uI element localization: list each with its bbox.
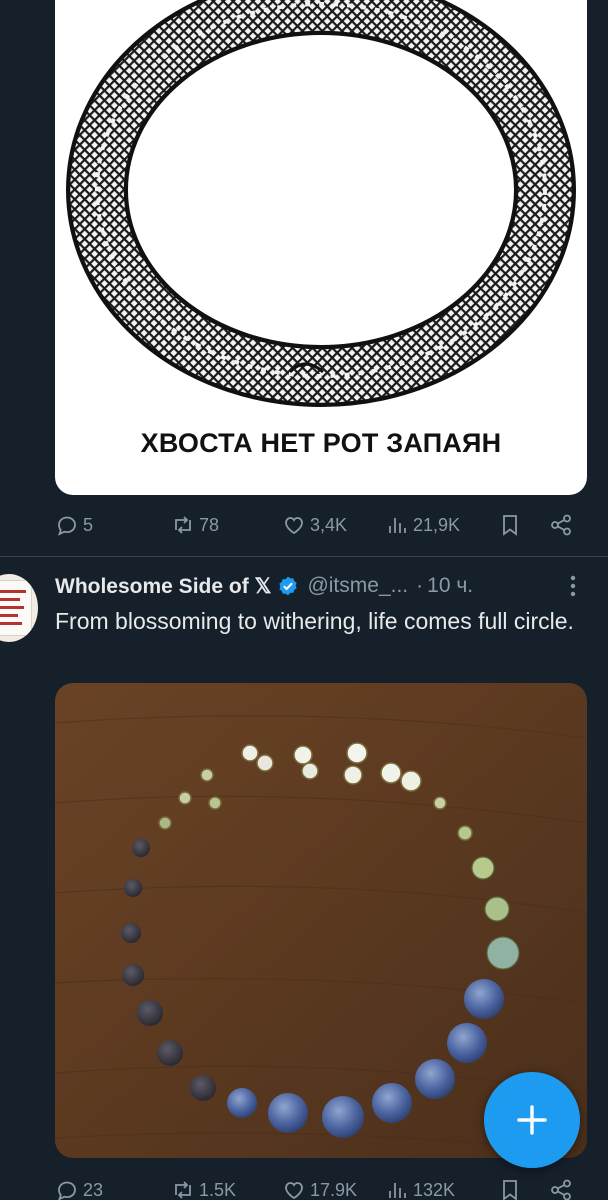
like-button[interactable]: 3,4K <box>282 508 347 542</box>
share-icon <box>551 1179 571 1200</box>
like-count: 17.9K <box>310 1179 358 1200</box>
share-icon <box>551 514 571 536</box>
share-button[interactable] <box>549 1173 573 1200</box>
share-button[interactable] <box>549 508 573 542</box>
views-icon <box>389 1183 406 1198</box>
meme-caption: ХВОСТА НЕТ РОТ ЗАПАЯН <box>140 428 502 458</box>
verified-badge-icon <box>279 576 298 596</box>
reply-button[interactable]: 5 <box>55 508 93 542</box>
timestamp[interactable]: 10 ч. <box>427 574 473 598</box>
reply-icon <box>58 1181 76 1200</box>
author-name[interactable]: Wholesome Side of 𝕏 <box>55 574 271 599</box>
reply-count: 23 <box>83 1179 104 1200</box>
views-count: 132K <box>413 1179 456 1200</box>
reply-count: 5 <box>83 514 94 535</box>
bookmark-icon <box>503 515 517 536</box>
tweet-text: From blossoming to withering, life comes… <box>55 608 574 634</box>
retweet-count: 1.5K <box>199 1179 237 1200</box>
retweet-button[interactable]: 1.5K <box>171 1173 236 1200</box>
views-count: 21,9K <box>413 514 461 535</box>
bookmark-icon <box>503 1180 517 1200</box>
compose-button[interactable] <box>484 1072 580 1168</box>
views-button[interactable]: 21,9K <box>385 508 460 542</box>
separator-dot: · <box>416 574 424 597</box>
tweet-header: Wholesome Side of 𝕏 @itsme_... · 10 ч. <box>55 570 473 602</box>
compose-plus-icon <box>517 1105 547 1135</box>
retweet-button[interactable]: 78 <box>171 508 219 542</box>
like-count: 3,4K <box>310 514 348 535</box>
like-button[interactable]: 17.9K <box>282 1173 357 1200</box>
views-icon <box>389 518 406 533</box>
more-icon[interactable] <box>563 574 583 598</box>
avatar[interactable] <box>0 574 38 642</box>
like-icon <box>285 517 303 535</box>
author-handle[interactable]: @itsme_... <box>307 574 408 598</box>
like-icon <box>285 1182 303 1200</box>
tweet-divider <box>0 556 608 557</box>
retweet-icon <box>175 1181 191 1199</box>
reply-button[interactable]: 23 <box>55 1173 103 1200</box>
retweet-icon <box>175 516 191 534</box>
bookmark-button[interactable] <box>498 1173 522 1200</box>
tweet2-action-bar: 23 1.5K 17.9K 132K <box>55 1173 580 1200</box>
bookmark-button[interactable] <box>498 508 522 542</box>
tweet1-action-bar: 5 78 3,4K 21,9K <box>55 508 580 542</box>
views-button[interactable]: 132K <box>385 1173 455 1200</box>
retweet-count: 78 <box>199 514 220 535</box>
reply-icon <box>58 516 76 536</box>
meme-image[interactable]: ХВОСТА НЕТ РОТ ЗАПАЯН <box>55 0 587 495</box>
snake-ring-illustration <box>66 0 576 407</box>
